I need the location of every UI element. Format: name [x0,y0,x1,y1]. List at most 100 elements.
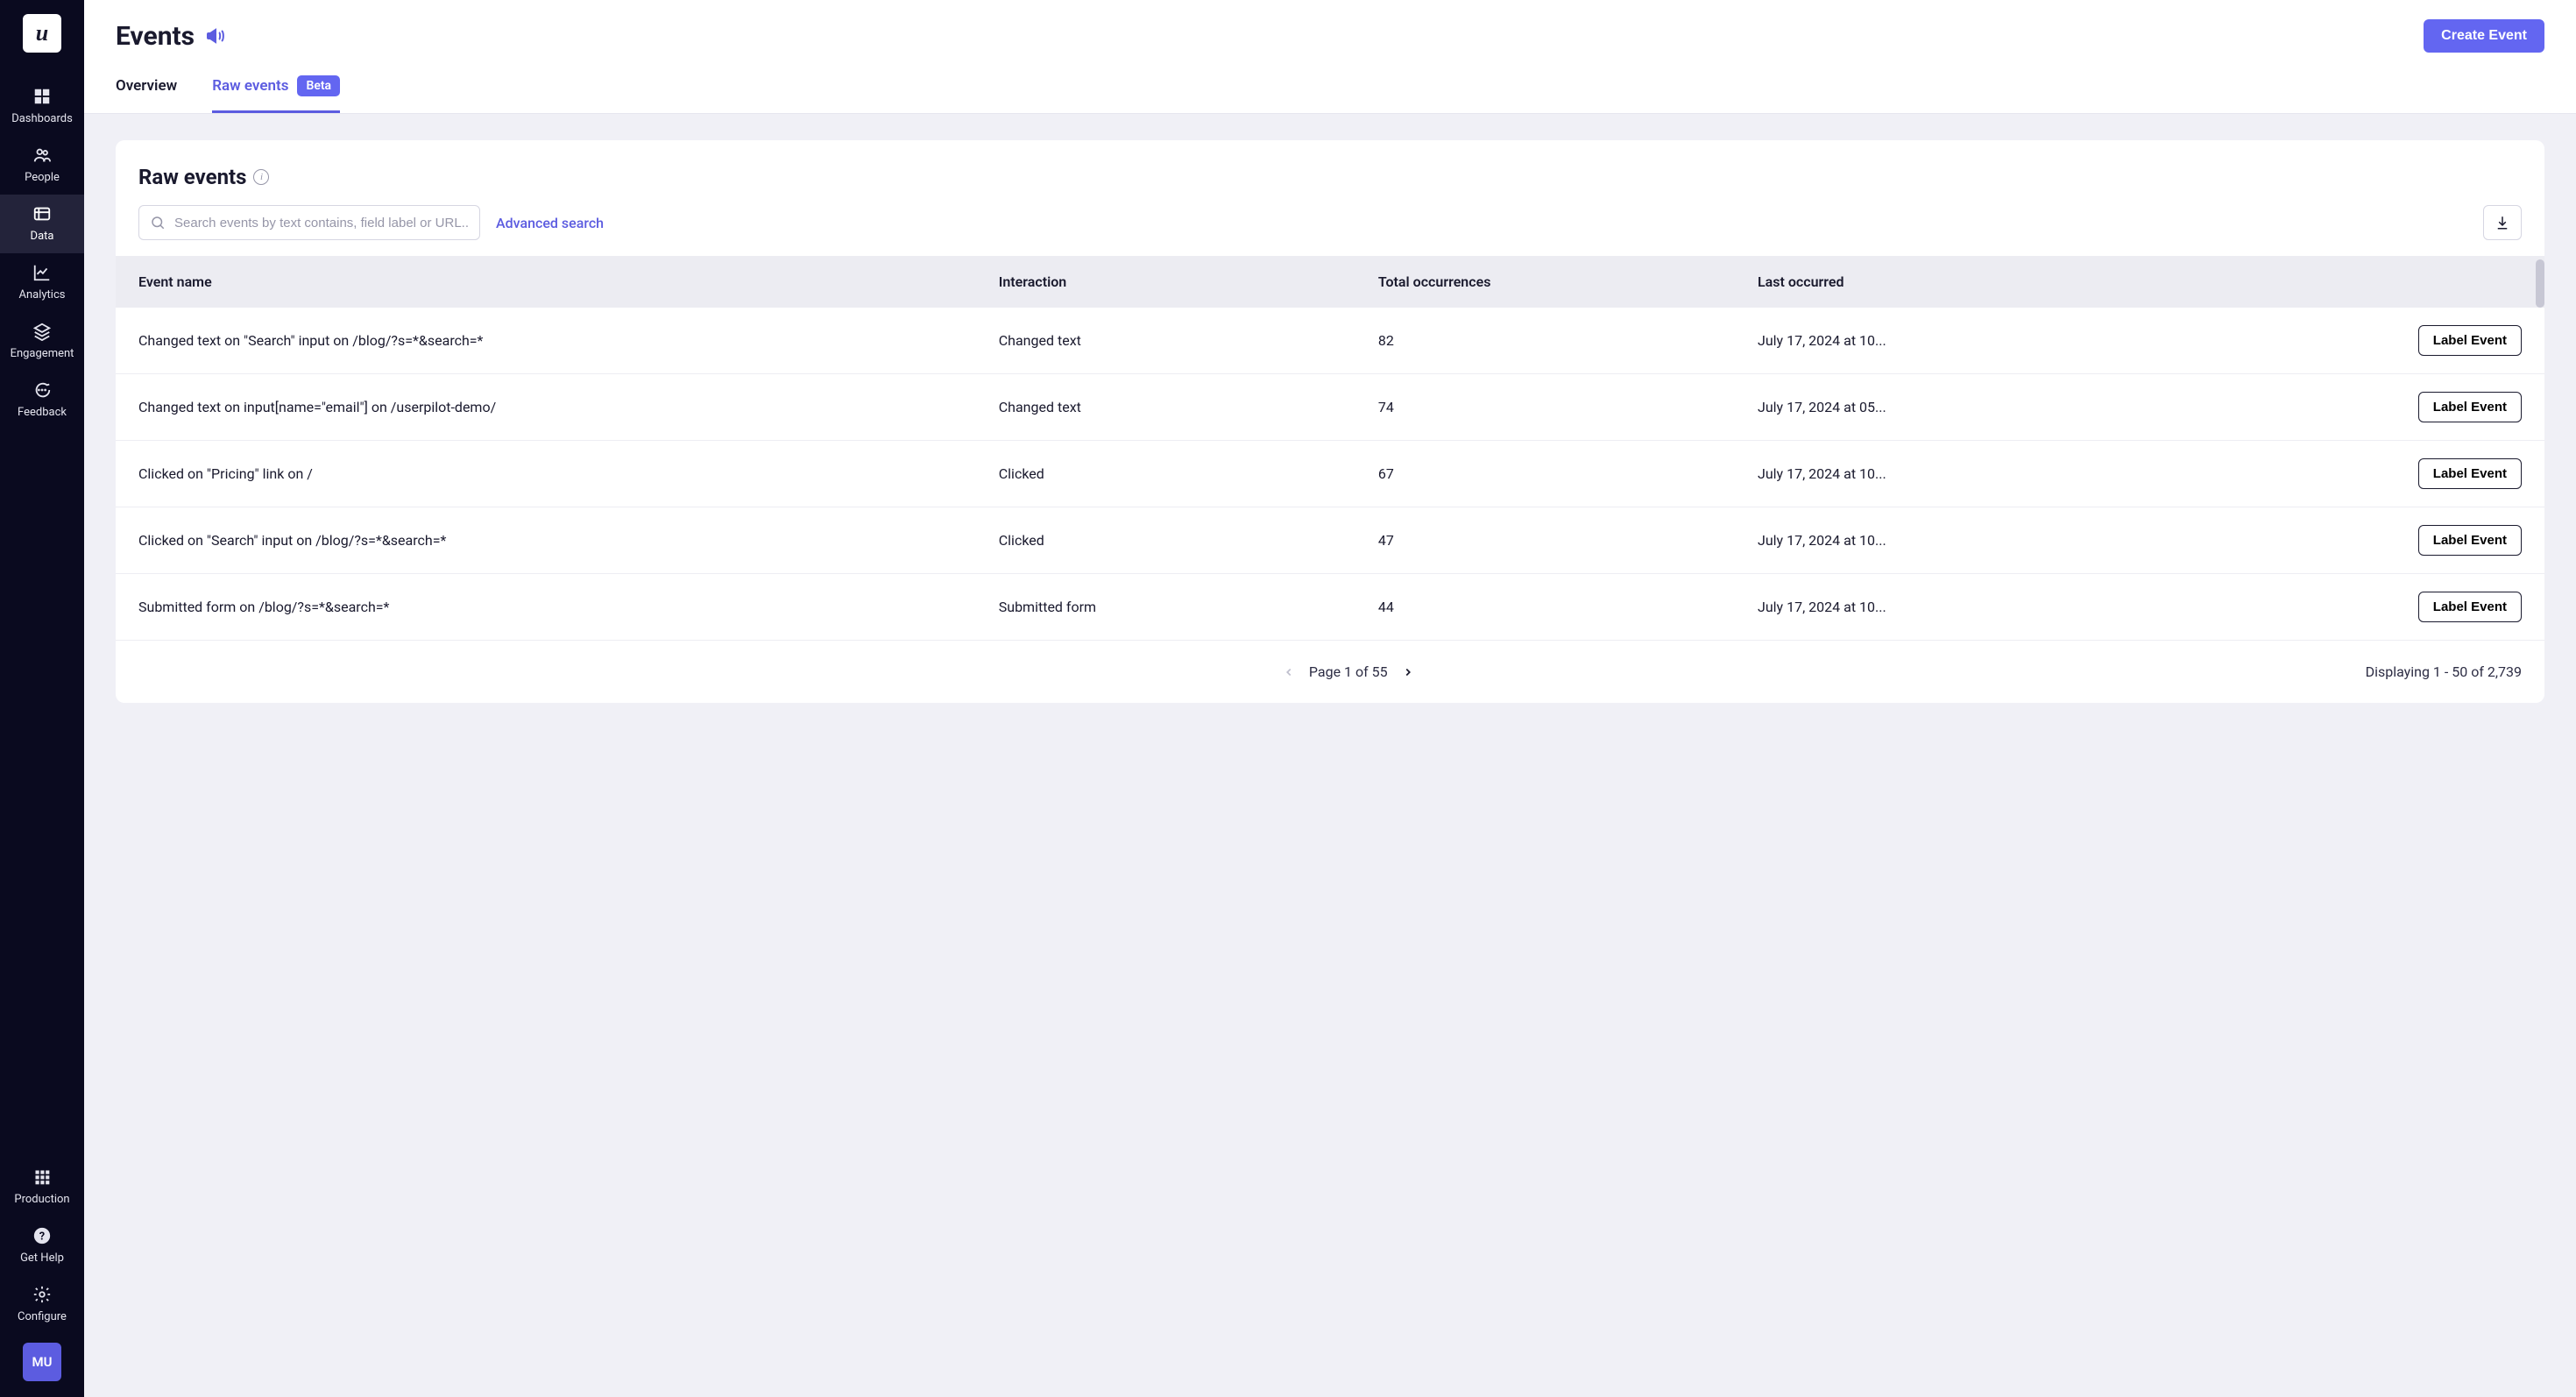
label-event-button[interactable]: Label Event [2418,458,2522,489]
sidebar-item-analytics[interactable]: Analytics [0,253,84,312]
tab-raw-events[interactable]: Raw events Beta [212,75,340,113]
chevron-left-icon [1283,666,1295,678]
card-title: Raw events [138,165,246,189]
raw-events-card: Raw events i Advanced search [116,140,2544,703]
scrollbar-thumb[interactable] [2536,259,2544,308]
content: Raw events i Advanced search [84,114,2576,1397]
col-header-last[interactable]: Last occurred [1735,256,2240,308]
pager: Page 1 of 55 [331,663,2366,680]
label-event-button[interactable]: Label Event [2418,392,2522,422]
sidebar-item-dashboards[interactable]: Dashboards [0,77,84,136]
cell-action: Label Event [2240,308,2544,374]
download-button[interactable] [2483,205,2522,240]
table-row[interactable]: Clicked on "Search" input on /blog/?s=*&… [116,507,2544,574]
search-icon [150,215,166,230]
table-row[interactable]: Changed text on input[name="email"] on /… [116,374,2544,441]
events-table: Event name Interaction Total occurrences… [116,256,2544,641]
sidebar-label: Production [14,1193,69,1206]
sidebar-label: Engagement [11,347,74,360]
displaying-text: Displaying 1 - 50 of 2,739 [2366,663,2522,680]
sidebar-item-engagement[interactable]: Engagement [0,312,84,371]
create-event-button[interactable]: Create Event [2424,19,2544,53]
col-header-occurrences[interactable]: Total occurrences [1355,256,1735,308]
pager-next[interactable] [1402,666,1414,678]
sidebar-label: Get Help [20,1252,64,1265]
beta-badge: Beta [297,75,340,96]
search-input[interactable] [174,216,469,230]
cell-last-occurred: July 17, 2024 at 10... [1735,441,2240,507]
cell-interaction: Clicked [976,441,1355,507]
sidebar-item-feedback[interactable]: Feedback [0,371,84,429]
brand-logo[interactable]: u [23,14,61,53]
sidebar-label: Data [31,230,54,243]
sidebar-label: People [25,171,60,184]
people-icon [32,145,53,166]
feedback-icon [32,379,53,401]
cell-last-occurred: July 17, 2024 at 10... [1735,574,2240,641]
tab-label: Raw events [212,77,288,95]
tabs: Overview Raw events Beta [116,75,2544,113]
pager-prev[interactable] [1283,666,1295,678]
nav-primary: Dashboards People Data Analytics [0,77,84,429]
svg-text:?: ? [39,1230,45,1244]
sidebar-item-production[interactable]: Production [0,1158,84,1216]
cell-last-occurred: July 17, 2024 at 10... [1735,507,2240,574]
cell-action: Label Event [2240,374,2544,441]
cell-occurrences: 82 [1355,308,1735,374]
info-icon[interactable]: i [253,169,269,185]
cell-occurrences: 74 [1355,374,1735,441]
main: Events Create Event Overview Raw events … [84,0,2576,1397]
sidebar-item-data[interactable]: Data [0,195,84,253]
table-header-row: Event name Interaction Total occurrences… [116,256,2544,308]
sidebar: u Dashboards People Data [0,0,84,1397]
sidebar-label: Feedback [18,406,67,419]
cell-action: Label Event [2240,441,2544,507]
cell-interaction: Changed text [976,308,1355,374]
download-icon [2495,215,2510,230]
label-event-button[interactable]: Label Event [2418,592,2522,622]
cell-action: Label Event [2240,574,2544,641]
data-icon [32,203,53,224]
apps-icon [32,1167,53,1188]
page-title: Events [116,21,195,52]
analytics-icon [32,262,53,283]
pager-text: Page 1 of 55 [1309,663,1388,680]
cell-event-name: Changed text on "Search" input on /blog/… [116,308,976,374]
sidebar-item-get-help[interactable]: ? Get Help [0,1216,84,1275]
cell-action: Label Event [2240,507,2544,574]
cell-event-name: Clicked on "Search" input on /blog/?s=*&… [116,507,976,574]
label-event-button[interactable]: Label Event [2418,325,2522,356]
col-header-name[interactable]: Event name [116,256,976,308]
gear-icon [32,1284,53,1305]
dashboard-icon [32,86,53,107]
col-header-interaction[interactable]: Interaction [976,256,1355,308]
megaphone-icon [205,25,226,46]
search-field[interactable] [138,205,480,240]
cell-event-name: Clicked on "Pricing" link on / [116,441,976,507]
sidebar-item-configure[interactable]: Configure [0,1275,84,1334]
cell-interaction: Changed text [976,374,1355,441]
table-row[interactable]: Changed text on "Search" input on /blog/… [116,308,2544,374]
col-header-action [2240,256,2544,308]
user-avatar[interactable]: MU [23,1343,61,1381]
cell-occurrences: 47 [1355,507,1735,574]
tab-overview[interactable]: Overview [116,75,177,113]
nav-secondary: Production ? Get Help Configure [0,1158,84,1334]
help-icon: ? [32,1225,53,1246]
cell-occurrences: 44 [1355,574,1735,641]
table-row[interactable]: Submitted form on /blog/?s=*&search=*Sub… [116,574,2544,641]
sidebar-label: Dashboards [11,112,73,125]
table-footer: Page 1 of 55 Displaying 1 - 50 of 2,739 [116,641,2544,703]
chevron-right-icon [1402,666,1414,678]
sidebar-item-people[interactable]: People [0,136,84,195]
table-row[interactable]: Clicked on "Pricing" link on /Clicked67J… [116,441,2544,507]
cell-event-name: Changed text on input[name="email"] on /… [116,374,976,441]
label-event-button[interactable]: Label Event [2418,525,2522,556]
cell-last-occurred: July 17, 2024 at 10... [1735,308,2240,374]
advanced-search-link[interactable]: Advanced search [496,215,604,231]
cell-occurrences: 67 [1355,441,1735,507]
tab-label: Overview [116,77,177,95]
sidebar-label: Configure [18,1310,67,1323]
table-wrap: Event name Interaction Total occurrences… [116,256,2544,641]
header: Events Create Event Overview Raw events … [84,0,2576,114]
